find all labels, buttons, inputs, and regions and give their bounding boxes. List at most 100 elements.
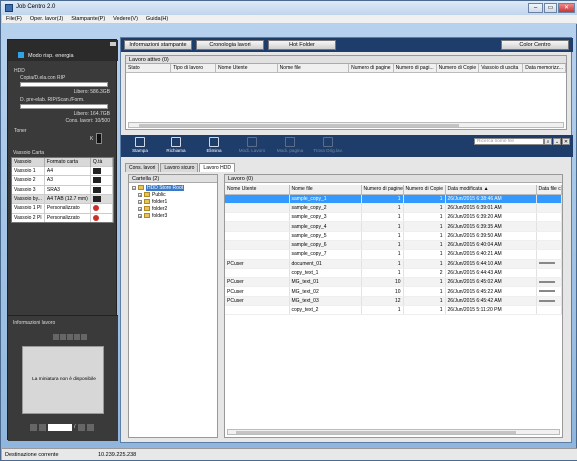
col-pages2[interactable]: Numero di pagi... <box>393 64 437 73</box>
col-copies[interactable]: Numero di Copie <box>403 185 446 195</box>
scroll-thumb[interactable] <box>139 124 459 127</box>
zoom-out-icon[interactable] <box>60 334 66 340</box>
cell-copies: 1 <box>403 249 446 260</box>
col-user[interactable]: Nome Utente <box>215 64 278 73</box>
tree-item[interactable]: + folder1 <box>132 199 184 206</box>
col-user[interactable]: Nome Utente <box>225 185 290 195</box>
close-search-icon[interactable]: ✕ <box>562 138 570 145</box>
expand-icon[interactable]: + <box>138 199 142 204</box>
table-row[interactable]: sample_copy_7 1 1 26/Jun/2015 6:40:21 AM <box>225 249 562 260</box>
cell-filename: MG_text_03 <box>289 296 362 307</box>
cell-user: PCuser <box>225 277 290 288</box>
fit-page-icon[interactable] <box>67 334 73 340</box>
menu-printer[interactable]: Stampante(P) <box>67 15 109 23</box>
close-button[interactable]: ✕ <box>558 3 575 13</box>
col-file-date[interactable]: Data file c <box>536 185 562 195</box>
zoom-in-icon[interactable] <box>53 334 59 340</box>
active-jobs-table: Stato Tipo di lavoro Nome Utente Nome fi… <box>126 64 566 73</box>
col-pages[interactable]: Numero di pagine <box>361 185 404 195</box>
first-page-button[interactable] <box>30 424 37 431</box>
tree-item[interactable]: + folder2 <box>132 206 184 213</box>
rotate-icon[interactable] <box>74 334 80 340</box>
minimize-button[interactable]: – <box>528 3 543 13</box>
next-page-button[interactable] <box>77 424 85 431</box>
last-page-button[interactable] <box>86 424 94 431</box>
expand-icon[interactable]: ⌄ <box>553 138 561 145</box>
table-row[interactable]: PCuser MG_text_01 10 1 26/Jun/2015 6:45:02 A… <box>225 277 562 288</box>
tray-col-size[interactable]: Formato carta <box>44 158 91 167</box>
tray-col-name[interactable]: Vassoio <box>12 158 45 167</box>
tab-hdd-jobs[interactable]: Lavoro HDD <box>199 163 235 172</box>
collapse-icon[interactable]: − <box>132 185 136 190</box>
page-number-field[interactable] <box>48 424 72 431</box>
col-job-type[interactable]: Tipo di lavoro <box>170 64 217 73</box>
tray-row[interactable]: Vassoio 3 SRA3 <box>12 184 114 195</box>
col-filename[interactable]: Nome file <box>289 185 362 195</box>
col-output-tray[interactable]: Vassoio di uscita <box>478 64 524 73</box>
search-input[interactable]: Ricerca nome file <box>474 138 544 145</box>
tree-item[interactable]: + Public <box>132 192 184 199</box>
color-centro-button[interactable]: Color Centro <box>501 40 569 50</box>
search-icon[interactable]: ⌕ <box>544 138 552 145</box>
tray-size: A4 <box>44 165 91 176</box>
table-row[interactable]: sample_copy_1 1 1 26/Jun/2015 6:38:46 AM <box>225 194 562 204</box>
menu-job-ops[interactable]: Oper. lavor(J) <box>26 15 67 23</box>
delete-button[interactable]: Elimina <box>199 137 229 155</box>
tray-row[interactable]: Vassoio 2 PI Personalizzato <box>12 212 114 223</box>
tray-row[interactable]: Vassoio by... A4 TAB (12.7 mm) <box>12 193 114 204</box>
active-jobs-scrollbar[interactable] <box>128 122 564 128</box>
edit-page-button[interactable]: Modi. pagina <box>275 137 305 155</box>
pin-icon[interactable] <box>110 42 116 46</box>
maximize-button[interactable]: ▭ <box>544 3 557 13</box>
cell-filename: sample_copy_6 <box>289 240 362 251</box>
tab-stored-jobs[interactable]: Cons. lavori <box>125 163 160 172</box>
scroll-thumb[interactable] <box>236 431 516 434</box>
table-row[interactable]: copy_text_1 1 2 26/Jun/2015 6:44:43 AM <box>225 268 562 279</box>
table-row[interactable]: sample_copy_5 1 1 26/Jun/2015 6:39:50 AM <box>225 231 562 242</box>
tray-col-qty[interactable]: Q.tà <box>90 158 114 167</box>
col-status[interactable]: Stato <box>126 64 172 73</box>
table-row[interactable]: PCuser document_01 1 1 26/Jun/2015 6:44:10 A… <box>225 259 562 269</box>
hand-icon[interactable] <box>81 334 87 340</box>
col-modified-date[interactable]: Data modificata ▲ <box>445 185 537 195</box>
jobs-scrollbar[interactable] <box>227 429 560 435</box>
folder-icon <box>144 199 150 205</box>
print-button[interactable]: Stampa <box>125 137 155 155</box>
edit-job-button[interactable]: Modi. Lavoro <box>237 137 267 155</box>
table-row[interactable]: sample_copy_2 1 1 26/Jun/2015 6:39:01 AM <box>225 203 562 214</box>
cell-pages: 10 <box>361 286 404 297</box>
active-jobs-panel: Lavoro attivo (0) Stato Tipo di lavoro N… <box>125 55 567 130</box>
menu-help[interactable]: Guida(H) <box>142 15 172 23</box>
expand-icon[interactable]: + <box>138 192 142 197</box>
menu-file[interactable]: File(F) <box>2 15 26 23</box>
expand-icon[interactable]: + <box>138 213 142 218</box>
col-filename[interactable]: Nome file <box>277 64 350 73</box>
paper-warning-icon <box>92 214 99 221</box>
job-history-button[interactable]: Cronologia lavori <box>196 40 264 50</box>
expand-icon[interactable]: + <box>138 206 142 211</box>
table-row[interactable]: sample_copy_6 1 1 26/Jun/2015 6:40:04 AM <box>225 240 562 251</box>
table-row[interactable]: PCuser MG_text_02 10 1 26/Jun/2015 6:45:22 A… <box>225 286 562 297</box>
find-original-button[interactable]: Trova Orig.lav. <box>313 137 343 155</box>
col-stored-date[interactable]: Data memorizz... <box>522 64 566 73</box>
col-copies[interactable]: Numero di Copie <box>436 64 480 73</box>
hot-folder-button[interactable]: Hot Folder <box>268 40 336 50</box>
recall-button[interactable]: Richiama <box>161 137 191 155</box>
tray-row[interactable]: Vassoio 1 A4 <box>12 165 114 176</box>
menu-view[interactable]: Vedere(V) <box>109 15 142 23</box>
folder-icon <box>144 192 150 198</box>
table-row[interactable]: PCuser MG_text_03 12 1 26/Jun/2015 6:45:42 A… <box>225 296 562 307</box>
tray-row[interactable]: Vassoio 1 PI Personalizzato <box>12 203 114 214</box>
paper-level-icon <box>92 168 101 174</box>
table-row[interactable]: copy_text_2 1 1 26/Jun/2015 5:11:20 PM <box>225 305 562 316</box>
table-row[interactable]: sample_copy_4 1 1 26/Jun/2015 6:39:35 AM <box>225 221 562 232</box>
tree-root[interactable]: − HDD Store Root <box>132 185 185 192</box>
tray-row[interactable]: Vassoio 2 A3 <box>12 175 114 186</box>
energy-mode-icon[interactable] <box>18 52 24 58</box>
tab-secure-jobs[interactable]: Lavoro sicuro <box>160 163 199 172</box>
prev-page-button[interactable] <box>39 424 46 431</box>
col-pages[interactable]: Numero di pagine <box>348 64 394 73</box>
printer-info-button[interactable]: Informazioni stampante <box>124 40 192 50</box>
table-row[interactable]: sample_copy_3 1 1 26/Jun/2015 6:39:20 AM <box>225 212 562 223</box>
tree-item[interactable]: + folder3 <box>132 213 184 220</box>
